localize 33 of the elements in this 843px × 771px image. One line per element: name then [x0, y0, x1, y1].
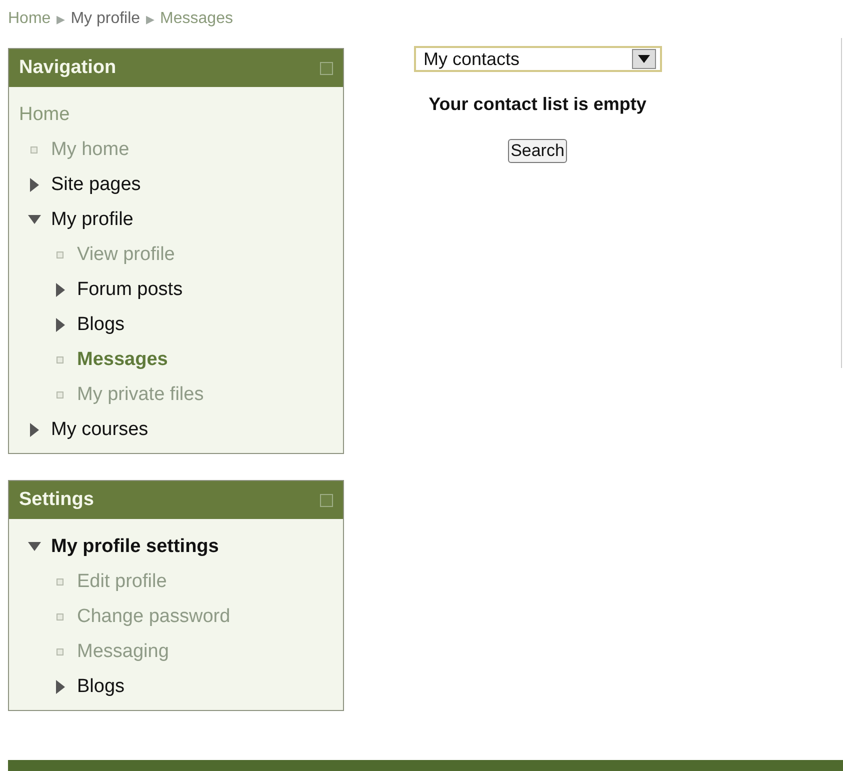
breadcrumb-link[interactable]: Home	[8, 10, 51, 28]
breadcrumb-link[interactable]: My profile	[70, 10, 140, 28]
collapsed-triangle-icon[interactable]	[56, 318, 64, 332]
tree-item[interactable]: Blogs	[77, 676, 125, 698]
bullet-icon	[56, 578, 64, 586]
bullet-icon	[56, 390, 64, 398]
breadcrumb-separator: ▶	[146, 12, 154, 26]
breadcrumb-link[interactable]: Messages	[160, 10, 233, 28]
collapsed-triangle-icon[interactable]	[30, 422, 38, 436]
bullet-icon	[56, 356, 64, 364]
bullet-icon	[56, 250, 64, 258]
dropdown-arrow-icon	[638, 55, 650, 63]
tree-item[interactable]: My profile	[51, 208, 134, 230]
tree-item[interactable]: Blogs	[77, 314, 125, 336]
tree-item[interactable]: Forum posts	[77, 278, 183, 300]
tree-item[interactable]: Messages	[77, 348, 168, 370]
block-title: Settings	[19, 489, 94, 511]
breadcrumb-separator: ▶	[56, 12, 65, 26]
block-title: Navigation	[19, 57, 116, 79]
bullet-icon	[56, 612, 64, 620]
contacts-dropdown[interactable]: My contacts	[414, 46, 662, 72]
expanded-triangle-icon[interactable]	[28, 542, 40, 551]
bullet-icon	[56, 648, 64, 656]
tree-item[interactable]: My profile settings	[51, 536, 219, 558]
tree-item[interactable]: My courses	[51, 418, 148, 440]
search-button[interactable]: Search	[508, 139, 568, 163]
tree-item[interactable]: Site pages	[51, 174, 141, 196]
collapsed-triangle-icon[interactable]	[56, 282, 64, 296]
expanded-triangle-icon[interactable]	[28, 215, 40, 224]
bullet-icon	[30, 146, 38, 154]
empty-message: Your contact list is empty	[428, 94, 646, 115]
collapsed-triangle-icon[interactable]	[30, 178, 38, 192]
collapsed-triangle-icon[interactable]	[56, 680, 64, 694]
